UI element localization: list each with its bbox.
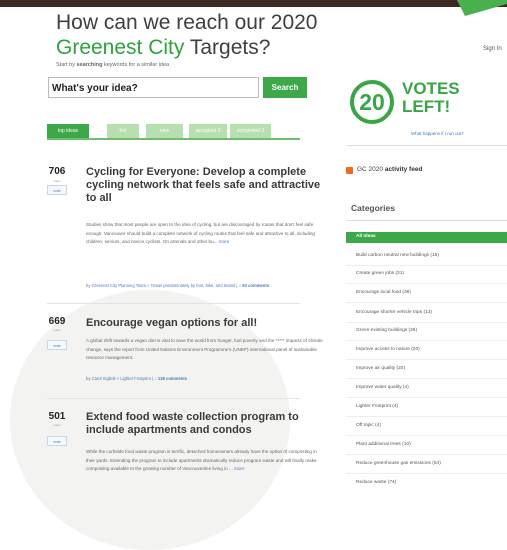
votes-line-2: LEFT!	[402, 97, 451, 116]
search-bar: What's your idea? Search	[48, 77, 307, 100]
tab-new[interactable]: new	[146, 124, 183, 138]
leaf-graphic	[457, 0, 507, 16]
idea-item: 669 votes vote Encourage vegan options f…	[47, 313, 323, 393]
idea-item: 501 votes vote Extend food waste collect…	[47, 408, 317, 494]
author-link[interactable]: Greenest City Planning Team	[92, 283, 146, 288]
title-green-text: Greenest City	[56, 36, 185, 59]
category-item[interactable]: Create green jobs (31)	[356, 271, 404, 276]
idea-body-text: Studies show that most people are open t…	[86, 222, 315, 245]
category-item[interactable]: Improve access to nature (20)	[356, 347, 420, 352]
vote-count: 669	[48, 316, 66, 327]
category-item[interactable]: Encourage shorter vehicle trips (13)	[356, 310, 432, 315]
votes-label: votes	[53, 179, 61, 183]
search-hint: Start by searching keywords for a simila…	[56, 62, 169, 68]
tab-top-ideas[interactable]: top ideas	[47, 124, 89, 138]
category-divider	[346, 322, 507, 323]
category-item[interactable]: Plant additional trees (10)	[356, 442, 411, 447]
category-divider	[346, 283, 507, 284]
idea-description: Studies show that most people are open t…	[86, 221, 326, 247]
category-divider	[346, 435, 507, 436]
idea-body-text: A global shift towards a vegan diet is v…	[86, 338, 323, 361]
idea-item: 706 votes vote Cycling for Everyone: Dev…	[47, 163, 320, 298]
top-photo-strip	[0, 0, 507, 7]
vote-count: 706	[48, 166, 66, 177]
title-line-2-end: Targets?	[184, 36, 271, 59]
category-item[interactable]: Reduce greenhouse gas emissions (54)	[356, 461, 441, 466]
tab-hot[interactable]: hot	[107, 124, 139, 138]
votes-left-text: VOTES LEFT!	[402, 80, 502, 116]
votes-help-link[interactable]: What happens if I run out?	[411, 131, 464, 136]
hint-prefix: Start by	[56, 62, 77, 68]
category-divider	[346, 378, 507, 379]
idea-body-text: While the curbside food waste program is…	[86, 449, 317, 472]
category-item[interactable]: Improve water quality (4)	[356, 385, 409, 390]
category-divider	[346, 454, 507, 455]
tab-underline	[47, 138, 300, 140]
category-divider	[346, 359, 507, 360]
idea-tabs: top ideas hot new accepted 3 completed 3	[47, 124, 287, 138]
more-link[interactable]: more	[234, 466, 244, 471]
hint-suffix: keywords for a similar idea	[102, 62, 170, 68]
category-divider	[346, 416, 507, 417]
search-button[interactable]: Search	[263, 77, 307, 98]
more-link[interactable]: more	[219, 239, 229, 244]
category-divider	[346, 397, 507, 398]
category-divider	[346, 302, 507, 303]
page-title: How can we reach our 2020 Greenest City …	[56, 10, 376, 60]
vote-count: 501	[48, 411, 66, 422]
category-item[interactable]: Lighter Footprint (4)	[356, 404, 398, 409]
category-divider	[346, 340, 507, 341]
idea-title-link[interactable]: Extend food waste collection program to …	[86, 411, 326, 437]
votes-left-badge: 20	[350, 80, 394, 124]
divider	[47, 398, 300, 399]
feed-prefix: GC 2020	[357, 166, 385, 173]
activity-feed-link[interactable]: GC 2020 activity feed	[357, 166, 422, 173]
author-link[interactable]: Carol Sigbolt	[92, 376, 116, 381]
votes-label: votes	[53, 423, 61, 427]
vote-button[interactable]: vote	[47, 185, 67, 195]
title-line-1: How can we reach our 2020	[56, 11, 318, 34]
idea-description: While the curbside food waste program is…	[86, 448, 326, 474]
votes-line-1: VOTES	[402, 79, 460, 98]
category-divider	[346, 265, 507, 266]
rss-icon[interactable]	[346, 167, 353, 174]
category-item[interactable]: Improve air quality (20)	[356, 366, 405, 371]
category-link[interactable]: Lighter Footprint	[120, 376, 151, 381]
vote-button[interactable]: vote	[47, 340, 67, 350]
category-link[interactable]: Travel predominately by foot, bike, and …	[151, 283, 236, 288]
votes-label: votes	[53, 328, 61, 332]
sidebar-divider	[346, 145, 507, 146]
comments-link[interactable]: 128 comments	[158, 376, 187, 381]
idea-title-link[interactable]: Encourage vegan options for all!	[86, 317, 326, 330]
category-divider	[346, 473, 507, 474]
vote-button[interactable]: vote	[47, 436, 67, 446]
categories-divider	[346, 220, 507, 221]
divider	[47, 303, 300, 304]
categories-heading: Categories	[351, 203, 395, 213]
category-all-ideas[interactable]: All Ideas	[356, 234, 376, 239]
idea-search-input[interactable]: What's your idea?	[48, 77, 259, 98]
category-item[interactable]: Reduce waste (74)	[356, 480, 396, 485]
category-item[interactable]: Green existing buildings (26)	[356, 328, 417, 333]
idea-title-link[interactable]: Cycling for Everyone: Develop a complete…	[86, 166, 326, 205]
hint-bold: searching	[76, 62, 103, 68]
category-item[interactable]: Off topic (4)	[356, 423, 381, 428]
idea-description: A global shift towards a vegan diet is v…	[86, 337, 326, 363]
idea-meta: by Greenest City Planning Team » Travel …	[86, 283, 326, 288]
tab-completed[interactable]: completed 3	[230, 124, 271, 138]
feed-bold: activity feed	[384, 166, 423, 173]
comments-link[interactable]: 93 comments	[242, 283, 269, 288]
category-item[interactable]: Build carbon neutral new buildings (15)	[356, 253, 439, 258]
sign-in-link[interactable]: Sign In	[483, 46, 502, 52]
tab-accepted[interactable]: accepted 3	[189, 124, 227, 138]
category-item[interactable]: Encourage local food (38)	[356, 290, 411, 295]
idea-meta: by Carol Sigbolt » Lighter Footprint | ○…	[86, 376, 326, 381]
